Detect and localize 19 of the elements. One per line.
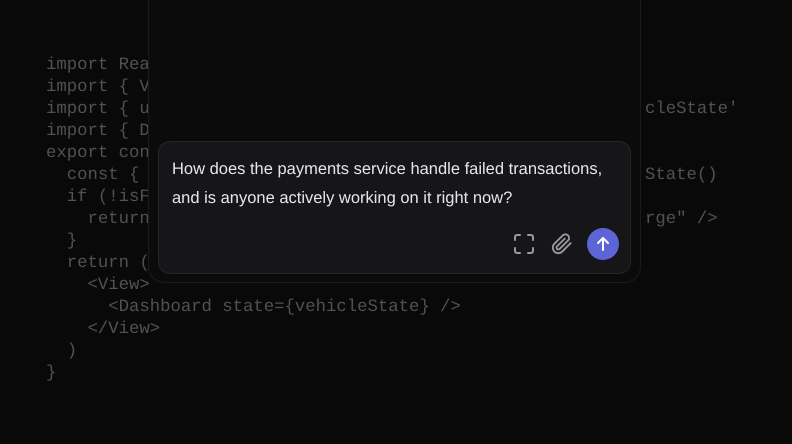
arrow-up-icon — [595, 236, 611, 252]
code-text: } — [46, 363, 56, 385]
code-text: rge" /> — [645, 209, 718, 231]
code-text: } — [66, 231, 78, 253]
code-text: <Dashboard state={vehicleState} /> — [107, 297, 461, 319]
code-text: </View> — [86, 319, 160, 341]
code-text: if (!isF — [66, 187, 150, 209]
code-text: export con — [46, 143, 150, 165]
code-text: const { — [66, 165, 140, 187]
code-text: ) — [66, 341, 78, 363]
message-field[interactable]: How does the payments service handle failed transactions, and is anyone actively working on it right now? — [158, 141, 631, 274]
code-text: return — [86, 209, 150, 231]
expand-icon[interactable] — [511, 231, 537, 257]
code-text: <View> — [86, 275, 150, 297]
code-text: import { u — [46, 99, 150, 121]
code-text: State() — [645, 165, 718, 187]
code-text: cleState' — [645, 99, 738, 121]
code-text: return ( — [66, 253, 150, 275]
code-text: import Rea — [46, 55, 150, 77]
